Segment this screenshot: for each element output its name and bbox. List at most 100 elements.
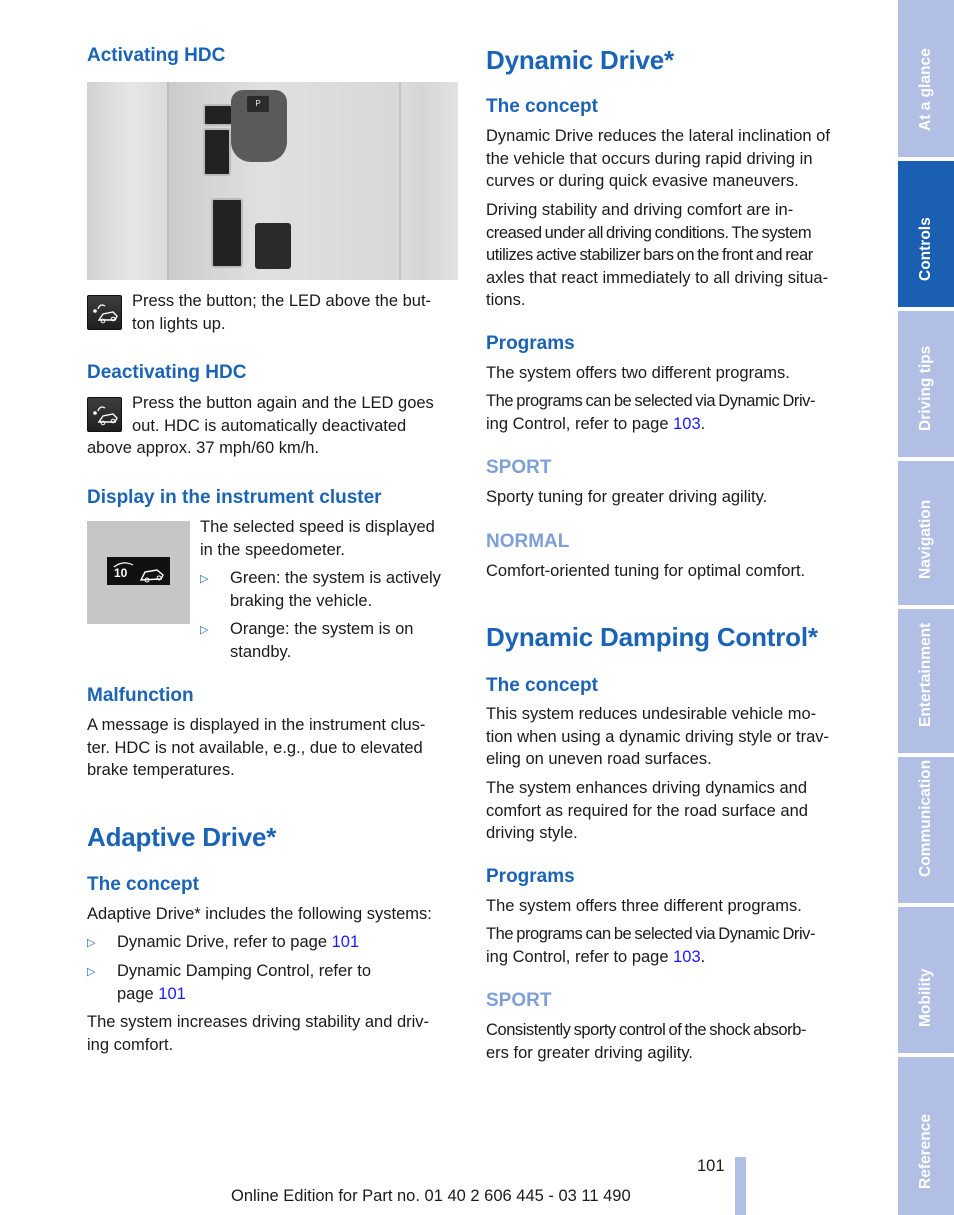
tab-driving-tips[interactable]: Driving tips (898, 311, 954, 457)
park-label: P (247, 96, 269, 112)
dynamic-damping-p2: The system enhances driving dynamics and… (486, 777, 861, 845)
tab-navigation[interactable]: Navigation (898, 461, 954, 605)
triangle-bullet-icon: ▷ (200, 573, 209, 585)
hdc-speed-display: 10 (107, 557, 170, 585)
tab-label: Driving tips (917, 345, 934, 431)
tab-label: Mobility (917, 968, 934, 1027)
page-link[interactable]: 101 (158, 985, 186, 1003)
display-text: The selected speed is displayed in the s… (200, 516, 462, 561)
gear-selector: P (231, 90, 287, 162)
tab-communication[interactable]: Communication (898, 757, 954, 903)
tab-mobility[interactable]: Mobility (898, 907, 954, 1053)
tab-reference[interactable]: Reference (898, 1057, 954, 1215)
period: . (700, 947, 706, 966)
programs-selection: The programs can be selected via Dynamic… (486, 390, 861, 435)
text-line: eling on uneven road surfaces. (486, 750, 712, 769)
period: . (700, 414, 706, 433)
malfunction-text: A message is displayed in the instrument… (87, 714, 462, 782)
page-link[interactable]: 103 (673, 415, 701, 433)
hdc-button-icon (87, 397, 122, 432)
heading-display-cluster: Display in the instrument cluster (87, 487, 382, 508)
text-line: Consistently sporty control of the shock… (486, 1021, 806, 1039)
text: ing Control, refer to page (486, 414, 674, 433)
tab-label: Reference (917, 1114, 934, 1189)
text-line: Dynamic Drive reduces the lateral inclin… (486, 127, 830, 145)
text: page (117, 984, 159, 1003)
tab-label: Controls (917, 217, 934, 281)
text-line: This system reduces undesirable vehicle … (486, 705, 817, 723)
sport-text: Consistently sporty control of the shock… (486, 1019, 861, 1064)
heading-sport: SPORT (486, 457, 552, 478)
tab-label: Communication (917, 759, 934, 877)
deactivating-hdc-text-b: above approx. 37 mph/60 km/h. (87, 439, 320, 457)
text-line: Dynamic Damping Control, refer to (117, 962, 372, 980)
text-line: brake temperatures. (87, 761, 235, 780)
center-console-photo: P (87, 82, 458, 280)
center-console: P (167, 82, 401, 280)
page-number: 101 (697, 1157, 725, 1175)
instrument-cluster-image: 10 (87, 521, 190, 624)
edition-footer: Online Edition for Part no. 01 40 2 606 … (231, 1187, 631, 1205)
list-item: ▷ Orange: the system is on standby. (200, 618, 462, 664)
page-link[interactable]: 103 (673, 948, 701, 966)
tab-controls[interactable]: Controls (898, 161, 954, 307)
tab-label: Entertainment (917, 622, 934, 727)
text-line: The programs can be selected via Dynamic… (486, 392, 816, 410)
title-dynamic-damping-control: Dynamic Damping Control* (486, 622, 818, 652)
text-line: The programs can be selected via Dynamic… (486, 925, 816, 943)
heading-the-concept: The concept (486, 675, 598, 696)
heading-sport: SPORT (486, 990, 552, 1011)
dynamic-drive-p1: Dynamic Drive reduces the lateral inclin… (486, 125, 861, 193)
list-item-text: Orange: the system is on standby. (230, 618, 462, 663)
text-line: ing Control, refer to page 103. (486, 946, 861, 969)
heading-programs: Programs (486, 866, 575, 887)
triangle-bullet-icon: ▷ (87, 937, 96, 949)
list-item-text: Dynamic Drive, refer to page 101 (117, 931, 462, 954)
list-item: ▷ Green: the system is actively braking … (200, 567, 462, 613)
tab-label: At a glance (917, 48, 934, 131)
tab-entertainment[interactable]: Entertainment (898, 609, 954, 753)
text-line: Press the button again and the LED goes (132, 394, 434, 412)
title-adaptive-drive: Adaptive Drive* (87, 822, 277, 852)
triangle-bullet-icon: ▷ (87, 966, 96, 978)
tab-label: Navigation (917, 499, 934, 579)
list-item: ▷ Dynamic Damping Control, refer to page… (87, 960, 462, 1006)
text-line: axles that react immediately to all driv… (486, 268, 829, 287)
list-item: ▷ Dynamic Drive, refer to page 101 (87, 931, 462, 955)
text-line: out. HDC is automatically deactivated (132, 416, 407, 435)
text-line: ing comfort. (87, 1035, 174, 1054)
text-line: curves or during quick evasive maneuvers… (486, 172, 799, 191)
text-line: Press the button; the LED above the but- (132, 292, 432, 310)
assist-buttons (211, 198, 243, 268)
deactivating-hdc-text-a: Press the button again and the LED goes … (132, 392, 462, 437)
text-line: The system enhances driving dynamics and (486, 779, 807, 797)
programs-intro: The system offers two different programs… (486, 364, 790, 382)
text-line: tion when using a dynamic driving style … (486, 727, 829, 746)
text-line: ers for greater driving agility. (486, 1043, 693, 1062)
adaptive-drive-outro: The system increases driving stability a… (87, 1011, 462, 1056)
text-line: in the speedometer. (200, 540, 345, 559)
heading-deactivating-hdc: Deactivating HDC (87, 362, 247, 383)
sport-text: Sporty tuning for greater driving agilit… (486, 488, 768, 506)
text-line: ton lights up. (132, 314, 226, 333)
hdc-button-icon (87, 295, 122, 330)
heading-activating-hdc: Activating HDC (87, 45, 226, 66)
text-line: Orange: the system is on (230, 620, 414, 638)
activating-hdc-text: Press the button; the LED above the but-… (132, 290, 462, 335)
tab-at-a-glance[interactable]: At a glance (898, 0, 954, 157)
drive-mode-rocker (203, 128, 231, 176)
page-marker-bar (735, 1157, 746, 1215)
page-link[interactable]: 101 (332, 933, 360, 951)
text-line: Driving stability and driving comfort ar… (486, 201, 794, 219)
text-line: A message is displayed in the instrument… (87, 716, 426, 734)
text-line: The system increases driving stability a… (87, 1013, 430, 1031)
text: Dynamic Drive, refer to page (117, 933, 332, 951)
text-line: page 101 (117, 983, 462, 1006)
text-line: tions. (486, 291, 526, 310)
text-line: creased under all driving conditions. Th… (486, 223, 812, 242)
heading-normal: NORMAL (486, 531, 570, 552)
heading-the-concept: The concept (87, 874, 199, 895)
normal-text: Comfort-oriented tuning for optimal comf… (486, 562, 806, 580)
dynamic-drive-p2: Driving stability and driving comfort ar… (486, 199, 861, 312)
list-item-text: Green: the system is actively braking th… (230, 567, 462, 612)
